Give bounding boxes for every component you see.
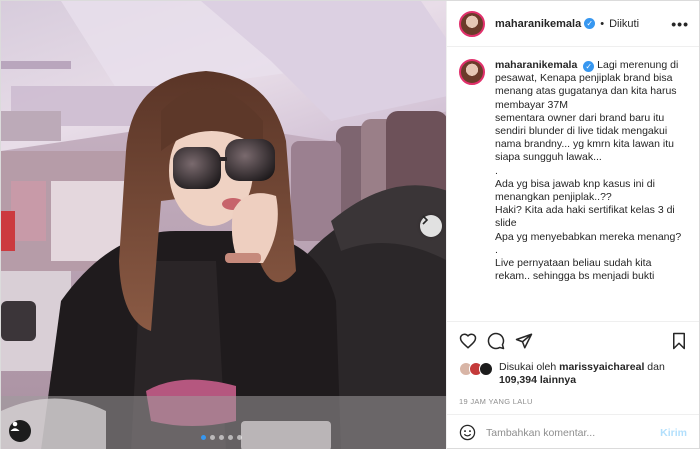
action-bar bbox=[447, 321, 699, 359]
likes-section: Disukai oleh marissyaichareal dan 109,39… bbox=[447, 359, 699, 389]
more-options-button[interactable]: ••• bbox=[671, 16, 689, 32]
like-button[interactable] bbox=[459, 332, 477, 350]
next-slide-button[interactable] bbox=[420, 215, 442, 237]
heart-icon bbox=[459, 332, 477, 349]
emoji-button[interactable] bbox=[459, 424, 476, 441]
share-button[interactable] bbox=[515, 332, 533, 350]
caption-avatar[interactable] bbox=[459, 59, 485, 85]
user-tag-icon bbox=[10, 421, 20, 431]
avatar[interactable] bbox=[479, 362, 493, 376]
caption-line: sementara owner dari brand baru itu send… bbox=[495, 111, 677, 164]
caption-line: Apa yg menyebabkan mereka menang? bbox=[495, 230, 682, 243]
verified-badge-icon: ✓ bbox=[584, 18, 596, 29]
bookmark-icon bbox=[673, 332, 685, 349]
save-button[interactable] bbox=[671, 332, 687, 350]
carousel-dot bbox=[219, 435, 224, 440]
carousel-dot bbox=[201, 435, 206, 440]
caption-text: maharanikemala ✓ Lagi merenung di pesawa… bbox=[495, 59, 685, 321]
likes-conjunction: dan bbox=[647, 361, 665, 373]
caption-section: maharanikemala ✓ Lagi merenung di pesawa… bbox=[447, 47, 699, 321]
share-icon bbox=[515, 333, 533, 348]
carousel-indicator bbox=[201, 435, 242, 440]
tagged-users-button[interactable] bbox=[9, 420, 31, 442]
liker-username-link[interactable]: marissyaichareal bbox=[559, 361, 644, 373]
carousel-dot bbox=[237, 435, 242, 440]
header-separator: • bbox=[600, 17, 605, 30]
caption-username[interactable]: maharanikemala bbox=[495, 59, 577, 71]
comment-icon bbox=[487, 332, 505, 349]
caption-line: Ada yg bisa jawab knp kasus ini di menan… bbox=[495, 177, 658, 204]
carousel-dot bbox=[210, 435, 215, 440]
liker-avatars bbox=[459, 362, 493, 376]
post-comment-button[interactable]: Kirim bbox=[660, 427, 687, 439]
verified-badge-icon: ✓ bbox=[583, 61, 595, 72]
emoji-icon bbox=[459, 424, 476, 441]
following-button[interactable]: Diikuti bbox=[609, 18, 639, 30]
post-sidebar: maharanikemala ✓ • Diikuti ••• maharanik… bbox=[446, 1, 699, 449]
likes-others-link[interactable]: lainnya bbox=[540, 374, 576, 386]
comment-input[interactable] bbox=[486, 426, 661, 439]
carousel-dot bbox=[228, 435, 233, 440]
post-timestamp[interactable]: 19 JAM YANG LALU bbox=[447, 389, 699, 414]
caption-line: Live pernyataan beliau sudah kita rekam.… bbox=[495, 257, 655, 283]
likes-count-link[interactable]: 109,394 bbox=[499, 374, 537, 386]
username-link[interactable]: maharanikemala bbox=[495, 18, 581, 30]
cabin-scene bbox=[1, 1, 446, 449]
likes-prefix: Disukai oleh bbox=[499, 361, 557, 373]
caption-line: Haki? Kita ada haki sertifikat kelas 3 d… bbox=[495, 204, 678, 230]
instagram-post: maharanikemala ✓ • Diikuti ••• maharanik… bbox=[0, 0, 700, 449]
likes-text: Disukai oleh marissyaichareal dan 109,39… bbox=[499, 361, 665, 387]
chevron-right-icon bbox=[422, 215, 429, 225]
comment-button[interactable] bbox=[487, 332, 505, 350]
post-header: maharanikemala ✓ • Diikuti ••• bbox=[447, 1, 699, 47]
post-photo[interactable] bbox=[1, 1, 446, 449]
caption-line: . bbox=[495, 164, 498, 177]
caption-line: . bbox=[495, 243, 498, 256]
comment-form: Kirim bbox=[447, 414, 699, 449]
avatar[interactable] bbox=[459, 10, 485, 37]
caption-line: maharanikemala ✓ Lagi merenung di pesawa… bbox=[495, 59, 685, 112]
